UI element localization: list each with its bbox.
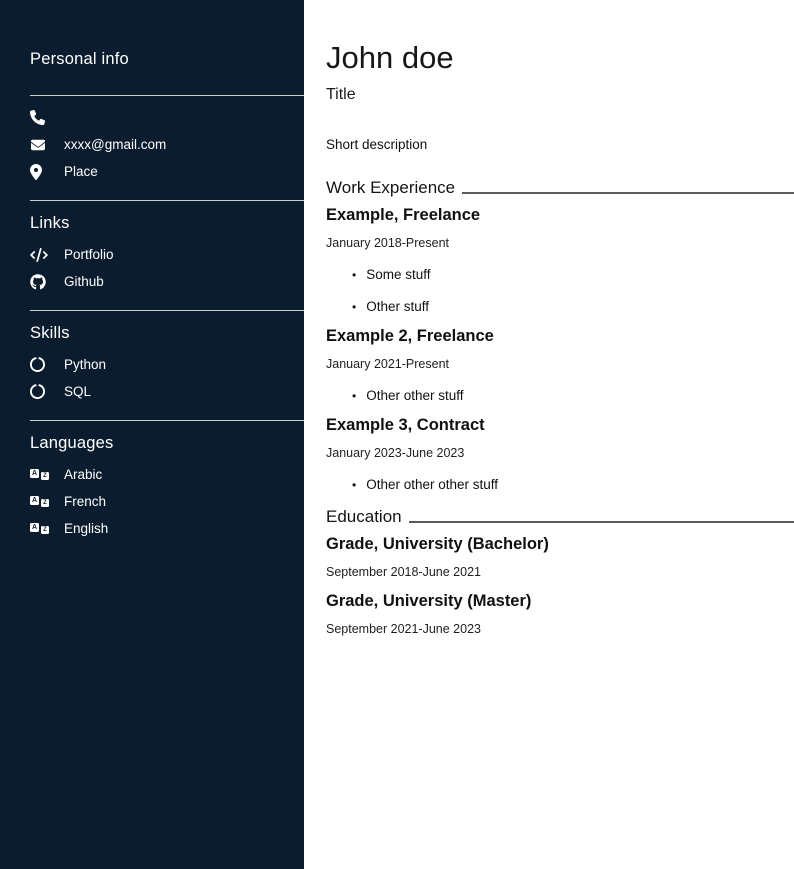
- language-item: A Z Arabic: [0, 461, 304, 488]
- link-portfolio[interactable]: Portfolio: [0, 241, 304, 268]
- contact-place-row: Place: [0, 158, 304, 185]
- education-entry-dates: September 2018-June 2021: [326, 565, 794, 579]
- email-value[interactable]: xxxx@gmail.com: [64, 137, 166, 152]
- skill-item: Python: [0, 351, 304, 378]
- education-entry-title: Grade, University (Bachelor): [326, 535, 794, 554]
- phone-icon: [30, 110, 50, 125]
- section-rule: [462, 192, 794, 194]
- divider: [30, 95, 304, 96]
- language-icon-letter: A: [30, 523, 39, 532]
- language-icon-letter: Z: [41, 526, 49, 534]
- education-heading-label: Education: [326, 507, 402, 527]
- bullet-icon: •: [352, 478, 356, 492]
- work-entry-dates: January 2023-June 2023: [326, 446, 794, 460]
- work-entry-title: Example 3, Contract: [326, 416, 794, 435]
- language-label: French: [64, 494, 106, 509]
- bullet-icon: •: [352, 389, 356, 403]
- work-entry-dates: January 2021-Present: [326, 357, 794, 371]
- section-rule: [409, 521, 794, 523]
- contact-phone-row: [0, 104, 304, 131]
- person-title: Title: [326, 86, 794, 104]
- resume-main: John doe Title Short description Work Ex…: [304, 0, 794, 869]
- location-pin-icon: [30, 164, 50, 180]
- work-bullet: • Other other stuff: [326, 388, 794, 403]
- skills-list: Python SQL: [0, 351, 304, 405]
- person-name: John doe: [326, 40, 794, 76]
- work-experience-heading-label: Work Experience: [326, 178, 455, 198]
- divider: [30, 310, 304, 311]
- circle-notch-icon: [30, 357, 50, 372]
- language-icon-letter: A: [30, 496, 39, 505]
- circle-notch-icon: [30, 384, 50, 399]
- work-bullet-text: Other other stuff: [366, 388, 463, 403]
- links-list: Portfolio Github: [0, 241, 304, 295]
- code-icon: [30, 248, 50, 262]
- divider: [30, 200, 304, 201]
- language-label: Arabic: [64, 467, 102, 482]
- language-icon-letter: Z: [41, 499, 49, 507]
- bullet-icon: •: [352, 300, 356, 314]
- work-bullet: • Other other other stuff: [326, 477, 794, 492]
- contact-email-row[interactable]: xxxx@gmail.com: [0, 131, 304, 158]
- divider: [30, 420, 304, 421]
- work-bullet: • Some stuff: [326, 267, 794, 282]
- contact-list: xxxx@gmail.com Place: [0, 104, 304, 185]
- skill-label: SQL: [64, 384, 91, 399]
- envelope-icon: [30, 138, 50, 152]
- bullet-icon: •: [352, 268, 356, 282]
- work-bullet-text: Other stuff: [366, 299, 429, 314]
- language-label: English: [64, 521, 108, 536]
- work-experience-section-heading: Work Experience: [326, 178, 794, 198]
- place-value: Place: [64, 164, 98, 179]
- link-portfolio-label[interactable]: Portfolio: [64, 247, 114, 262]
- github-icon: [30, 274, 50, 290]
- language-icon-letter: Z: [41, 472, 49, 480]
- skill-item: SQL: [0, 378, 304, 405]
- language-icon: A Z: [30, 496, 50, 507]
- work-entry-title: Example 2, Freelance: [326, 327, 794, 346]
- link-github[interactable]: Github: [0, 268, 304, 295]
- education-entry-dates: September 2021-June 2023: [326, 622, 794, 636]
- skill-label: Python: [64, 357, 106, 372]
- education-entry-title: Grade, University (Master): [326, 592, 794, 611]
- languages-heading: Languages: [30, 434, 304, 453]
- work-bullet: • Other stuff: [326, 299, 794, 314]
- work-entry-dates: January 2018-Present: [326, 236, 794, 250]
- language-item: A Z English: [0, 515, 304, 542]
- short-description: Short description: [326, 137, 794, 152]
- work-entry-title: Example, Freelance: [326, 206, 794, 225]
- sidebar: Personal info xxxx@gmail.com Place Links: [0, 0, 304, 869]
- language-icon: A Z: [30, 523, 50, 534]
- link-github-label[interactable]: Github: [64, 274, 104, 289]
- work-bullet-text: Other other other stuff: [366, 477, 498, 492]
- work-bullet-text: Some stuff: [366, 267, 430, 282]
- language-item: A Z French: [0, 488, 304, 515]
- links-heading: Links: [30, 214, 304, 233]
- language-icon: A Z: [30, 469, 50, 480]
- languages-list: A Z Arabic A Z French A Z English: [0, 461, 304, 542]
- language-icon-letter: A: [30, 469, 39, 478]
- skills-heading: Skills: [30, 324, 304, 343]
- personal-info-heading: Personal info: [30, 50, 304, 69]
- education-section-heading: Education: [326, 507, 794, 527]
